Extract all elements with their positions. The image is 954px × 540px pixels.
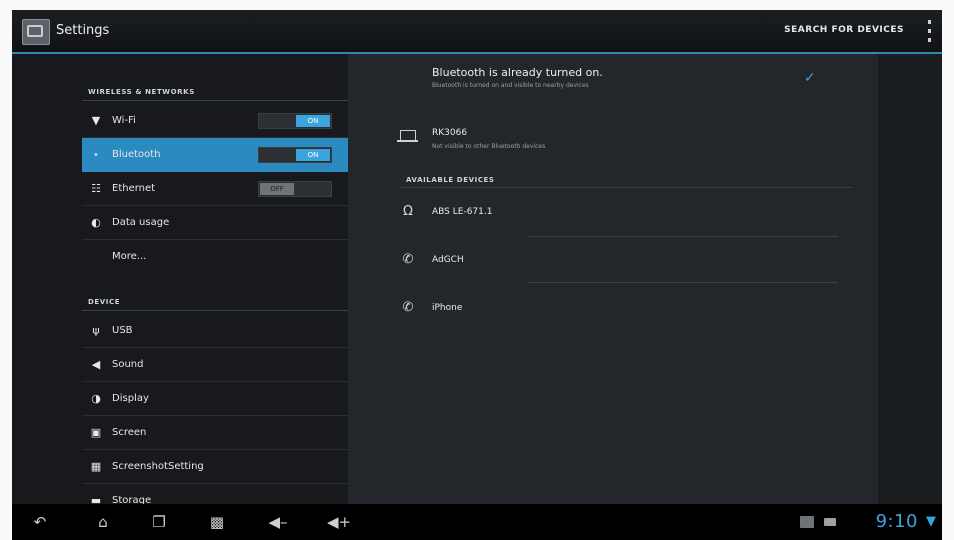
- bluetooth-toggle[interactable]: ON: [258, 147, 332, 163]
- phone-icon: ✆: [402, 300, 414, 315]
- settings-app-icon[interactable]: [22, 19, 50, 45]
- device-name: ABS LE-671.1: [432, 207, 493, 217]
- section-header-wireless: WIRELESS & NETWORKS: [88, 88, 195, 96]
- usb-icon: ψ: [92, 324, 100, 337]
- data-usage-icon: ◐: [91, 216, 101, 229]
- sidebar-item-screenshot-setting[interactable]: ▦ ScreenshotSetting: [82, 450, 348, 484]
- bluetooth-status-subtitle: Bluetooth is turned on and visible to ne…: [432, 82, 589, 89]
- sidebar-item-sound[interactable]: ◀ Sound: [82, 348, 348, 382]
- sidebar-item-wifi[interactable]: ▼ Wi-Fi ON: [82, 104, 348, 138]
- sidebar-item-label: Bluetooth: [112, 149, 161, 160]
- display-icon: ◑: [91, 392, 101, 405]
- volume-down-icon[interactable]: ◀–: [266, 512, 290, 532]
- sidebar-item-label: Wi-Fi: [112, 115, 136, 126]
- search-for-devices-button[interactable]: SEARCH FOR DEVICES: [784, 25, 904, 35]
- volume-up-icon[interactable]: ◀+: [326, 512, 352, 532]
- sidebar-item-label: USB: [112, 325, 133, 336]
- back-icon[interactable]: ↶: [28, 512, 52, 532]
- sidebar-item-more[interactable]: More...: [82, 240, 348, 274]
- sound-icon: ◀: [91, 358, 101, 371]
- sidebar-item-ethernet[interactable]: ☷ Ethernet OFF: [82, 172, 348, 206]
- sidebar-item-label: More...: [112, 251, 147, 262]
- sidebar-item-display[interactable]: ◑ Display: [82, 382, 348, 416]
- sidebar-item-label: Data usage: [112, 217, 170, 228]
- sidebar-item-screen[interactable]: ▣ Screen: [82, 416, 348, 450]
- toggle-state: ON: [296, 149, 330, 161]
- wifi-toggle[interactable]: ON: [258, 113, 332, 129]
- background-strip: [878, 54, 942, 504]
- sidebar-item-usb[interactable]: ψ USB: [82, 314, 348, 348]
- sidebar-item-bluetooth[interactable]: ⋆ Bluetooth ON: [82, 138, 348, 172]
- divider: [82, 100, 348, 101]
- clock[interactable]: 9:10: [876, 511, 918, 532]
- toggle-state: OFF: [260, 183, 294, 195]
- divider: [528, 236, 838, 237]
- tablet-screen: Settings SEARCH FOR DEVICES WIRELESS & N…: [12, 10, 942, 540]
- checkmark-icon[interactable]: ✓: [804, 70, 816, 86]
- sidebar-item-label: Screen: [112, 427, 147, 438]
- ethernet-toggle[interactable]: OFF: [258, 181, 332, 197]
- notification-icon[interactable]: [800, 516, 814, 528]
- divider: [82, 310, 348, 311]
- screen-icon: ▣: [90, 426, 102, 439]
- divider: [528, 282, 838, 283]
- toggle-state: ON: [296, 115, 330, 127]
- ethernet-icon: ☷: [91, 182, 101, 195]
- usb-status-icon: [824, 518, 836, 526]
- sidebar-item-label: Display: [112, 393, 149, 404]
- sidebar-item-label: Ethernet: [112, 183, 156, 194]
- action-bar: Settings SEARCH FOR DEVICES: [12, 10, 942, 54]
- wifi-icon: ▼: [91, 114, 101, 127]
- sidebar-item-label: ScreenshotSetting: [112, 461, 204, 472]
- bluetooth-status-title: Bluetooth is already turned on.: [432, 66, 603, 79]
- device-name: iPhone: [432, 303, 463, 313]
- sidebar-item-label: Sound: [112, 359, 144, 370]
- overflow-menu-icon[interactable]: [926, 20, 932, 42]
- this-device-name: RK3066: [432, 128, 468, 138]
- available-devices-header: AVAILABLE DEVICES: [406, 176, 495, 184]
- wifi-signal-icon: ▼: [926, 514, 936, 529]
- section-header-device: DEVICE: [88, 298, 121, 306]
- divider: [400, 187, 852, 188]
- this-device-visibility: Not visible to other Bluetooth devices: [432, 143, 546, 150]
- home-icon[interactable]: ⌂: [88, 512, 118, 532]
- laptop-icon: [397, 130, 418, 142]
- page-title: Settings: [56, 23, 110, 38]
- headphones-icon: Ω: [403, 204, 413, 219]
- bluetooth-icon: ⋆: [92, 148, 100, 161]
- recent-apps-icon[interactable]: ❐: [146, 512, 172, 532]
- sidebar-item-data-usage[interactable]: ◐ Data usage: [82, 206, 348, 240]
- screenshot-icon: ▦: [90, 460, 102, 473]
- bluetooth-detail-pane: Bluetooth is already turned on. Bluetoot…: [348, 54, 878, 504]
- device-frame: Settings SEARCH FOR DEVICES WIRELESS & N…: [0, 0, 954, 540]
- screenshot-icon[interactable]: ▩: [204, 512, 230, 532]
- phone-icon: ✆: [402, 252, 414, 267]
- settings-list-pane: WIRELESS & NETWORKS ▼ Wi-Fi ON ⋆ Bluetoo…: [12, 54, 352, 507]
- device-name: AdGCH: [432, 255, 464, 265]
- system-navigation-bar: ↶ ⌂ ❐ ▩ ◀– ◀+ 9:10 ▼: [12, 504, 942, 540]
